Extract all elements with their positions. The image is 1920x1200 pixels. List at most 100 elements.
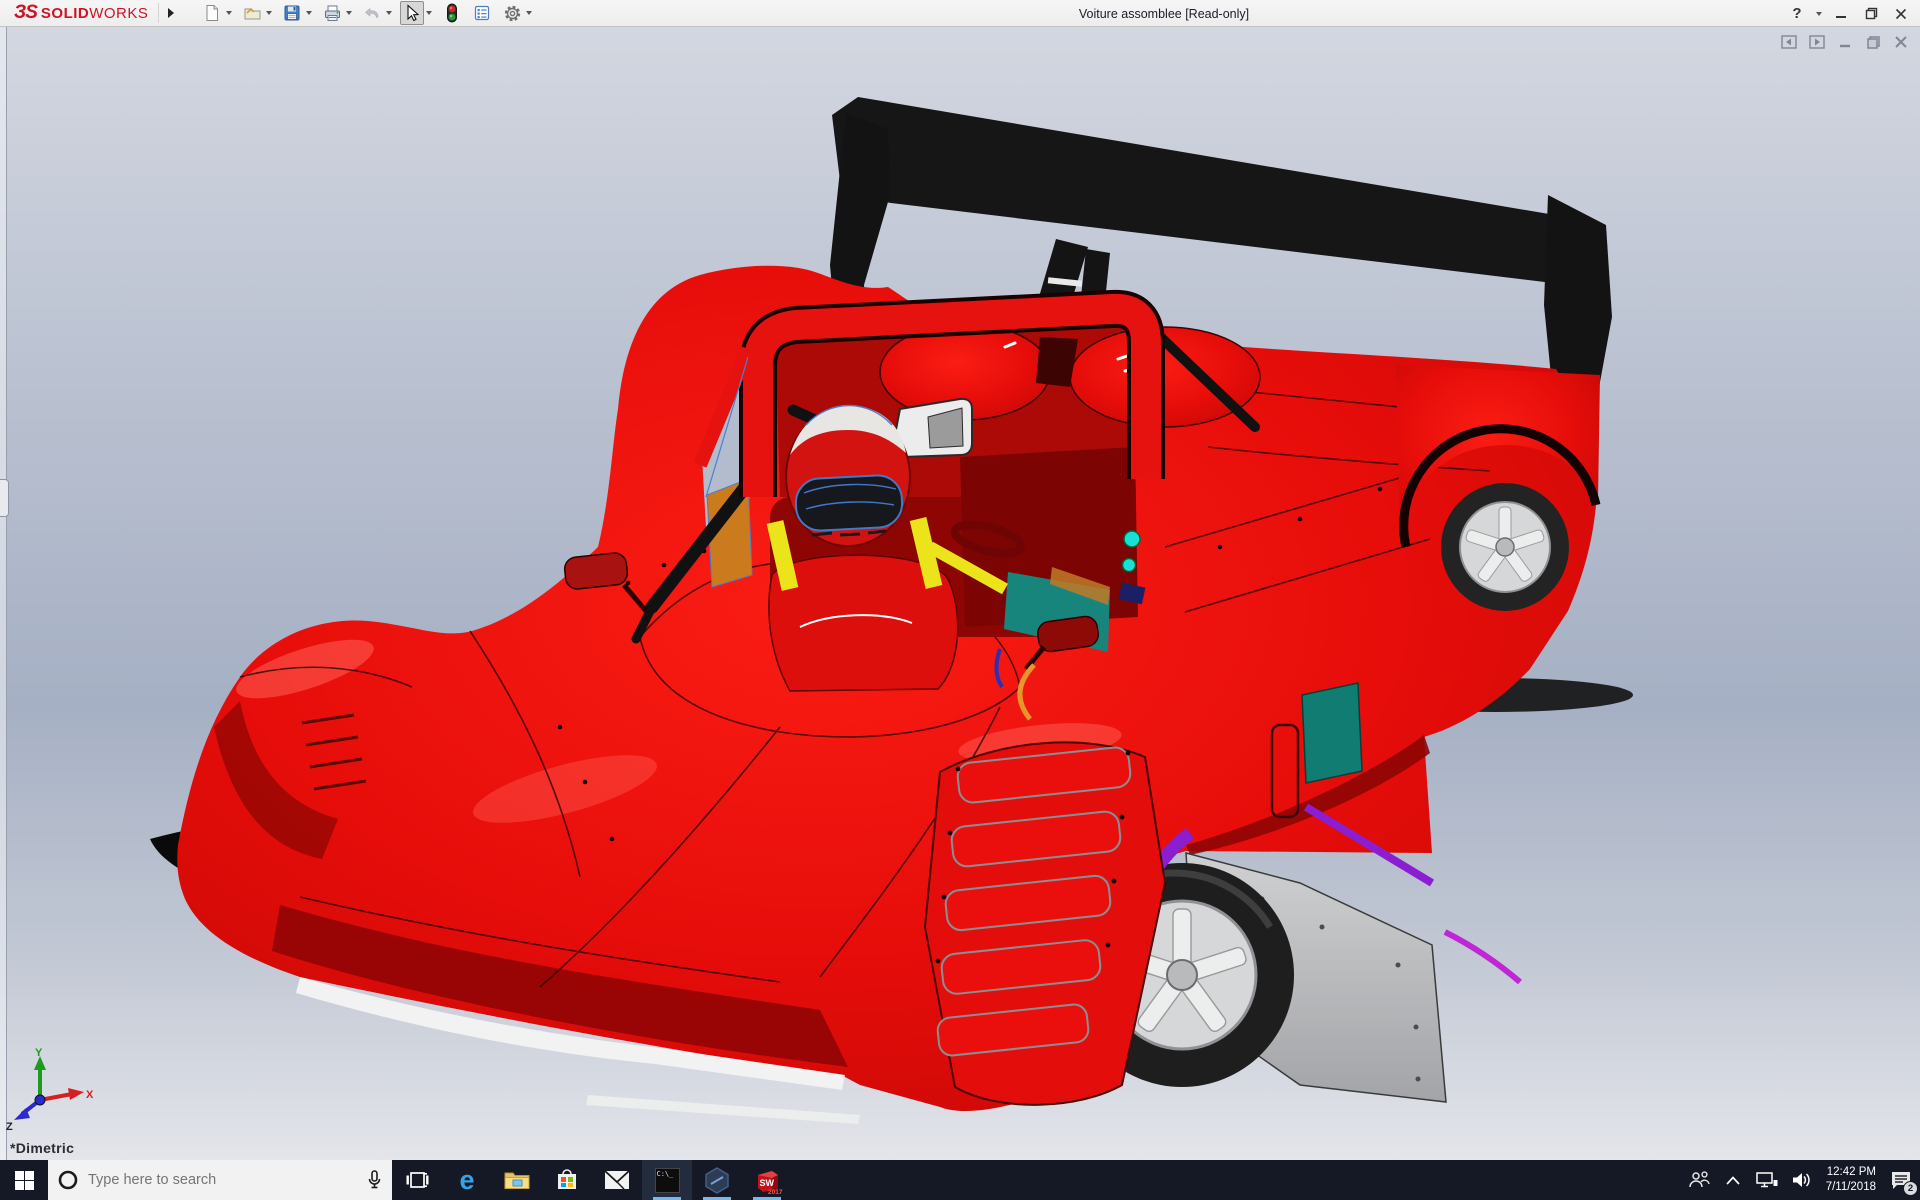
- triad-y-label: Y: [35, 1048, 43, 1059]
- system-tray: 12:42 PM 7/11/2018 2: [1686, 1160, 1920, 1200]
- taskbar: e C:\_: [0, 1160, 1920, 1200]
- microphone-icon[interactable]: [367, 1170, 382, 1190]
- tile-left-button[interactable]: [1780, 34, 1798, 50]
- solidworks-2017-icon: SW 2017: [754, 1167, 781, 1194]
- help-button[interactable]: ?: [1784, 3, 1810, 25]
- minimize-icon: [1835, 8, 1847, 20]
- edge-icon: e: [459, 1167, 474, 1194]
- toolbar-undo-group: [360, 1, 394, 25]
- toolbar-open-group: [240, 1, 274, 25]
- title-bar: ЗS SOLIDWORKS: [0, 0, 1920, 27]
- undo-dropdown-caret[interactable]: [384, 1, 394, 25]
- start-button[interactable]: [0, 1160, 48, 1200]
- solidworks-logo-icon: ЗS: [14, 2, 37, 24]
- notification-badge: 2: [1903, 1181, 1918, 1196]
- graphics-viewport[interactable]: Y X Z *Dimetric: [0, 27, 1920, 1160]
- open-folder-icon: [243, 4, 262, 22]
- help-dropdown-caret[interactable]: [1814, 2, 1824, 26]
- store-icon: [555, 1168, 579, 1192]
- close-icon: [1895, 8, 1907, 20]
- hexagon-app-icon: [704, 1167, 730, 1194]
- task-view-icon: [406, 1169, 429, 1191]
- action-center-button[interactable]: 2: [1888, 1160, 1914, 1200]
- logo-text-solid: SOLID: [41, 5, 89, 22]
- print-button[interactable]: [320, 1, 344, 25]
- select-dropdown-caret[interactable]: [424, 1, 434, 25]
- open-button[interactable]: [240, 1, 264, 25]
- menu-flyout-arrow-icon[interactable]: [158, 3, 174, 23]
- close-button[interactable]: [1888, 3, 1914, 25]
- task-view-button[interactable]: [392, 1160, 442, 1200]
- volume-icon[interactable]: [1788, 1160, 1814, 1200]
- new-document-icon: [203, 4, 221, 22]
- taskbar-edge[interactable]: e: [442, 1160, 492, 1200]
- people-icon[interactable]: [1686, 1160, 1712, 1200]
- options-dropdown-caret[interactable]: [524, 1, 534, 25]
- taskbar-mail[interactable]: [592, 1160, 642, 1200]
- taskbar-command-prompt[interactable]: C:\_: [642, 1160, 692, 1200]
- select-cursor-icon: [403, 4, 421, 22]
- toolbar-save-group: [280, 1, 314, 25]
- tile-right-button[interactable]: [1808, 34, 1826, 50]
- doc-close-button[interactable]: [1892, 34, 1910, 50]
- open-dropdown-caret[interactable]: [264, 1, 274, 25]
- toolbar-new-group: [200, 1, 234, 25]
- command-prompt-icon: C:\_: [655, 1168, 680, 1193]
- taskbar-hexagon-app[interactable]: [692, 1160, 742, 1200]
- undo-arrow-icon: [363, 4, 382, 22]
- toolbar-display-group: [470, 1, 494, 25]
- tray-date: 7/11/2018: [1826, 1180, 1876, 1195]
- mail-icon: [604, 1170, 630, 1190]
- orientation-label: *Dimetric: [10, 1140, 74, 1156]
- new-document-button[interactable]: [200, 1, 224, 25]
- traffic-light-icon: [445, 3, 459, 23]
- hidden-icons-chevron[interactable]: [1720, 1160, 1746, 1200]
- display-list-icon: [473, 4, 491, 22]
- svg-text:SW: SW: [759, 1178, 774, 1188]
- taskbar-search[interactable]: [48, 1160, 392, 1200]
- cortana-icon: [58, 1170, 78, 1190]
- gear-icon: [503, 4, 522, 23]
- new-dropdown-caret[interactable]: [224, 1, 234, 25]
- save-floppy-icon: [283, 4, 301, 22]
- minimize-button[interactable]: [1828, 3, 1854, 25]
- select-tool-button[interactable]: [400, 1, 424, 25]
- search-input[interactable]: [88, 1172, 357, 1188]
- triad-x-label: X: [86, 1089, 94, 1101]
- file-explorer-icon: [504, 1169, 530, 1191]
- restore-button[interactable]: [1858, 3, 1884, 25]
- triad-z-label: Z: [6, 1121, 13, 1132]
- undo-button[interactable]: [360, 1, 384, 25]
- restore-icon: [1865, 7, 1878, 20]
- taskbar-solidworks[interactable]: SW 2017: [742, 1160, 792, 1200]
- cyan-detail: [1124, 531, 1140, 547]
- tray-time: 12:42 PM: [1826, 1165, 1876, 1180]
- document-window-controls: [1780, 34, 1910, 50]
- print-dropdown-caret[interactable]: [344, 1, 354, 25]
- rebuild-traffic-light-button[interactable]: [440, 1, 464, 25]
- window-title: Voiture assomblee [Read-only]: [1079, 0, 1249, 27]
- rear-right-wheel: [1441, 483, 1569, 611]
- taskbar-store[interactable]: [542, 1160, 592, 1200]
- options-button[interactable]: [500, 1, 524, 25]
- doc-minimize-button[interactable]: [1836, 34, 1854, 50]
- window-controls: ?: [1784, 0, 1914, 27]
- logo-text-works: WORKS: [89, 5, 148, 22]
- toolbar-print-group: [320, 1, 354, 25]
- doc-restore-button[interactable]: [1864, 34, 1882, 50]
- 3d-model-race-car[interactable]: [0, 27, 1920, 1160]
- display-settings-button[interactable]: [470, 1, 494, 25]
- network-icon[interactable]: [1754, 1160, 1780, 1200]
- toolbar-rebuild-group: [440, 1, 464, 25]
- orientation-triad: Y X Z: [2, 1048, 98, 1132]
- toolbar-select-group: [400, 1, 434, 25]
- save-dropdown-caret[interactable]: [304, 1, 314, 25]
- louvered-fender: [925, 742, 1165, 1104]
- save-button[interactable]: [280, 1, 304, 25]
- windows-logo-icon: [15, 1171, 34, 1190]
- print-icon: [323, 4, 342, 22]
- screen: ЗS SOLIDWORKS: [0, 0, 1920, 1200]
- solidworks-year: 2017: [768, 1189, 782, 1196]
- taskbar-file-explorer[interactable]: [492, 1160, 542, 1200]
- tray-clock[interactable]: 12:42 PM 7/11/2018: [1822, 1165, 1880, 1195]
